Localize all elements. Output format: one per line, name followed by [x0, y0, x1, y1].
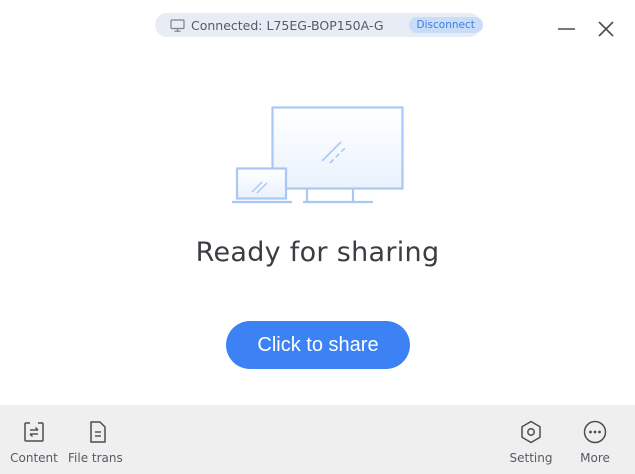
file-transfer-label: File trans: [68, 451, 123, 465]
more-icon: [582, 419, 608, 445]
more-label: More: [580, 451, 610, 465]
close-button[interactable]: [594, 16, 618, 40]
laptop-and-monitor-illustration: [231, 106, 406, 206]
minimize-icon: [558, 28, 575, 30]
gear-icon: [518, 419, 544, 445]
setting-label: Setting: [509, 451, 553, 465]
setting-button[interactable]: Setting: [503, 405, 559, 474]
connection-status-bar: Connected: L75EG-BOP150A-G Disconnect: [155, 13, 483, 37]
content-button[interactable]: Content: [6, 405, 62, 474]
disconnect-button[interactable]: Disconnect: [408, 17, 483, 33]
monitor-icon: [170, 18, 185, 32]
more-button[interactable]: More: [567, 405, 623, 474]
bottom-toolbar: Content File trans Setting More: [0, 405, 635, 474]
connection-status-text: Connected: L75EG-BOP150A-G: [191, 17, 384, 33]
minimize-button[interactable]: [554, 16, 578, 40]
file-icon: [85, 419, 111, 445]
close-icon: [598, 21, 614, 37]
content-icon: [21, 419, 47, 445]
content-label: Content: [10, 451, 58, 465]
app-window: Connected: L75EG-BOP150A-G Disconnect Re…: [0, 0, 635, 474]
file-transfer-button[interactable]: File trans: [68, 405, 126, 474]
click-to-share-button[interactable]: Click to share: [226, 321, 410, 369]
status-title: Ready for sharing: [195, 237, 440, 268]
